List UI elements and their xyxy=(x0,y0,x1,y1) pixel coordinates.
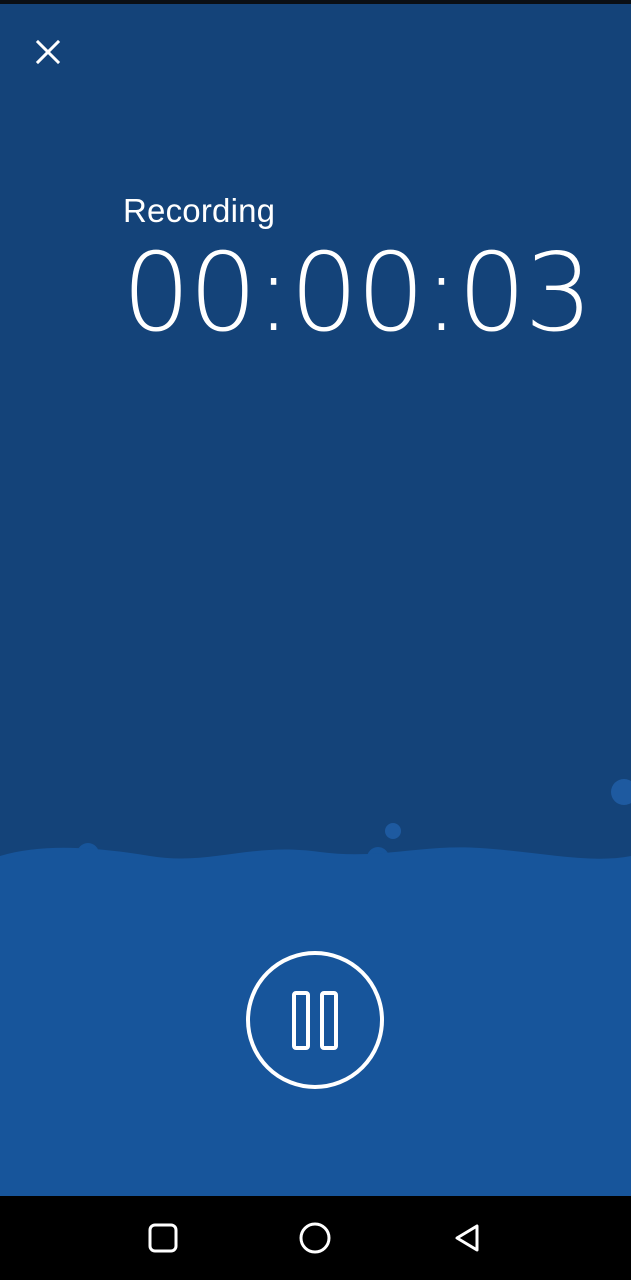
recents-button[interactable] xyxy=(139,1214,187,1262)
pause-button[interactable] xyxy=(245,950,385,1090)
triangle-back-icon xyxy=(452,1222,482,1254)
system-navigation-bar xyxy=(0,1196,631,1280)
status-bar xyxy=(0,0,631,4)
close-button[interactable] xyxy=(24,28,72,76)
bubble-decoration xyxy=(611,779,631,805)
pause-icon xyxy=(245,950,385,1090)
voice-recorder-screen: Recording 00:00:03 xyxy=(0,0,631,1280)
close-icon xyxy=(35,39,61,65)
circle-icon xyxy=(298,1221,332,1255)
home-button[interactable] xyxy=(291,1214,339,1262)
bubble-decoration xyxy=(385,823,401,839)
recording-status-label: Recording xyxy=(123,192,276,229)
square-icon xyxy=(148,1223,178,1253)
elapsed-time-display: 00:00:03 xyxy=(122,231,593,356)
back-button[interactable] xyxy=(443,1214,491,1262)
